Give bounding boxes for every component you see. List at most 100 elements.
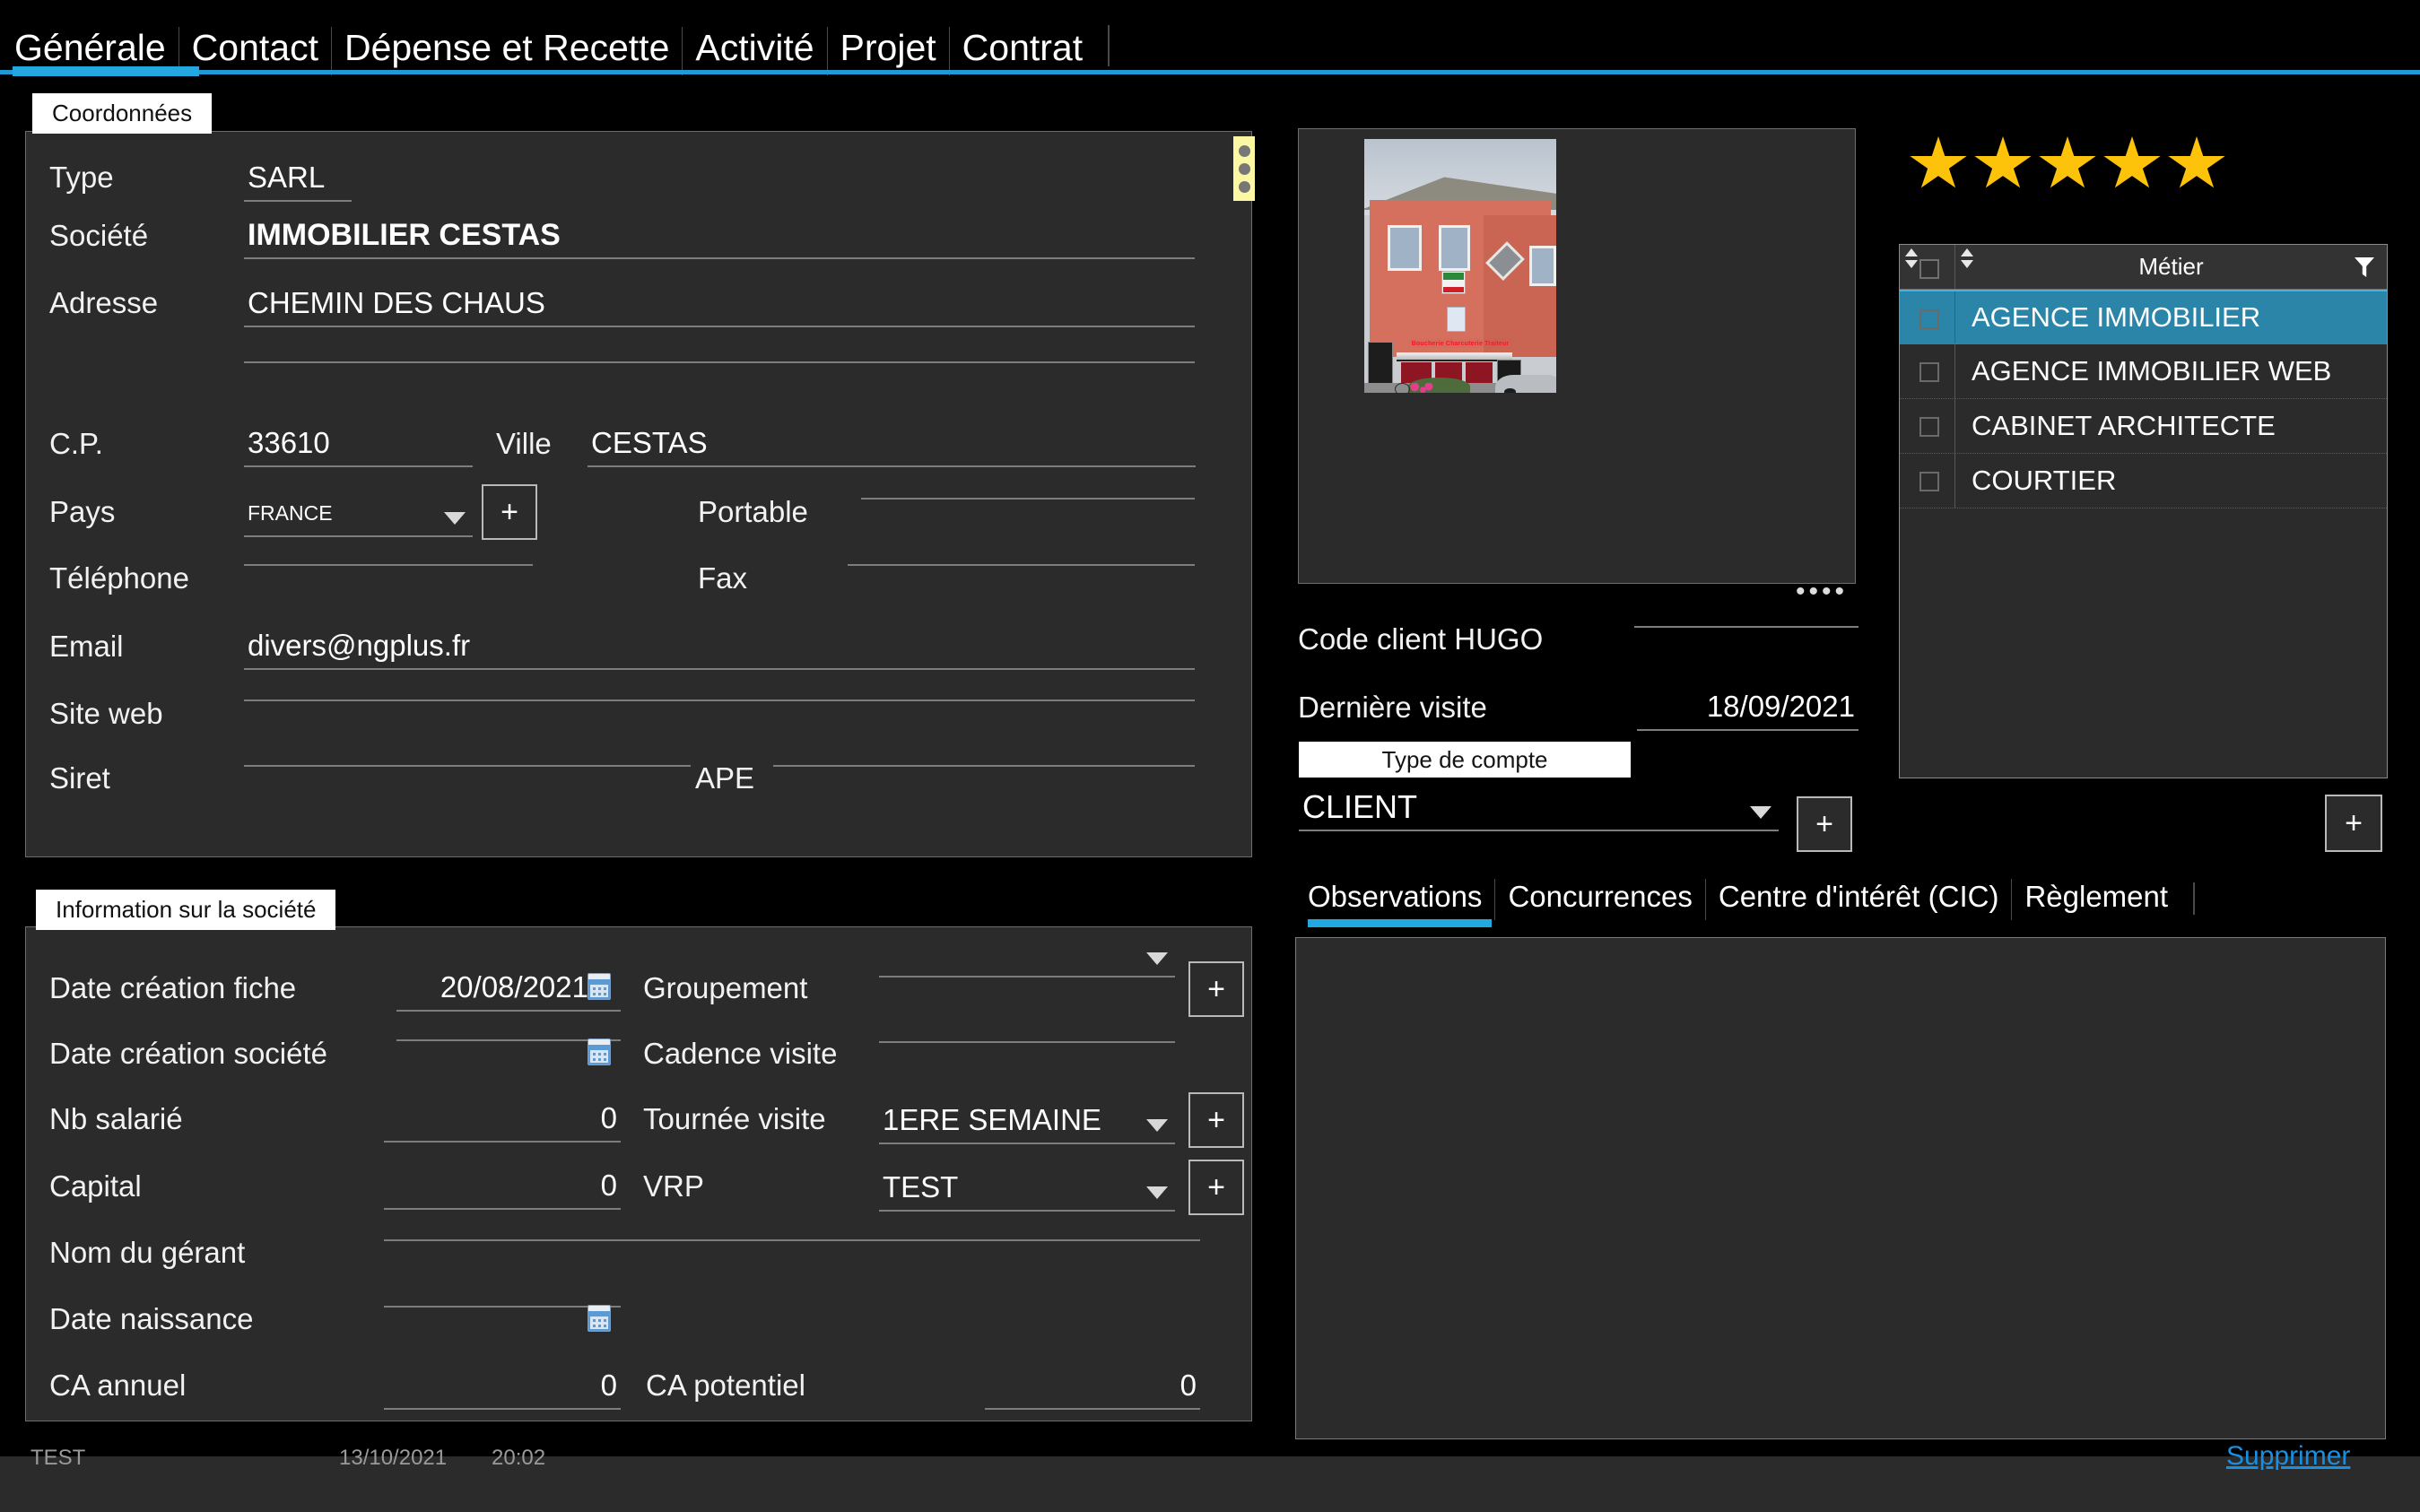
metier-column-header: Métier [2138, 253, 2204, 280]
tab-reglement[interactable]: Règlement [2011, 879, 2181, 920]
star-icon[interactable] [1910, 136, 1967, 188]
photo-window [1529, 245, 1556, 287]
chevron-down-icon [1146, 1119, 1168, 1132]
table-row[interactable]: AGENCE IMMOBILIER [1900, 290, 2387, 344]
tab-contrat[interactable]: Contrat [948, 27, 1095, 75]
site-web-input[interactable] [244, 695, 1195, 701]
pays-add-button[interactable]: + [482, 484, 537, 540]
type-de-compte-add-button[interactable]: + [1797, 796, 1852, 852]
adresse-label: Adresse [49, 286, 159, 319]
company-photo[interactable]: Boucherie Charcuterie Traiteur [1364, 139, 1556, 393]
sort-arrows-icon[interactable] [1905, 248, 1918, 268]
observations-tab-bar: Observations Concurrences Centre d'intér… [1295, 879, 2196, 927]
table-row[interactable]: CABINET ARCHITECTE [1900, 399, 2387, 454]
row-checkbox[interactable] [1919, 309, 1939, 329]
tab-depense-et-recette[interactable]: Dépense et Recette [330, 27, 682, 75]
date-naissance-input[interactable] [384, 1301, 621, 1308]
row-checkbox[interactable] [1919, 472, 1939, 491]
sort-arrows-icon[interactable] [1961, 248, 1973, 268]
capital-input[interactable]: 0 [384, 1168, 621, 1210]
photo-for-sale-sign [1441, 271, 1467, 294]
photo-building-wall-side [1483, 214, 1556, 358]
groupement-add-button[interactable]: + [1188, 961, 1244, 1017]
type-input[interactable]: SARL [244, 160, 352, 202]
tab-bar-divider [1108, 25, 1110, 66]
observations-textarea[interactable] [1295, 937, 2386, 1439]
telephone-input[interactable] [244, 560, 533, 566]
vrp-select[interactable]: TEST [879, 1169, 1175, 1212]
nom-gerant-input[interactable] [384, 1235, 1200, 1241]
adresse-line1-input[interactable]: CHEMIN DES CHAUS [244, 285, 1195, 327]
tab-activite[interactable]: Activité [682, 27, 826, 75]
type-de-compte-header[interactable]: Type de compte [1299, 742, 1631, 778]
fax-input[interactable] [848, 560, 1195, 566]
date-naissance-label: Date naissance [49, 1302, 254, 1335]
nb-salarie-input[interactable]: 0 [384, 1100, 621, 1143]
metier-add-button[interactable]: + [2325, 795, 2382, 852]
tab-observations[interactable]: Observations [1295, 879, 1494, 920]
code-postal-label: C.P. [49, 427, 103, 460]
tab-contact[interactable]: Contact [178, 27, 331, 75]
panel-drag-handle[interactable] [1233, 136, 1255, 201]
tab-centre-interet-cic[interactable]: Centre d'intérêt (CIC) [1704, 879, 2012, 920]
siret-label: Siret [49, 761, 110, 795]
tournee-visite-add-button[interactable]: + [1188, 1092, 1244, 1148]
photo-shop-neon-sign: Boucherie Charcuterie Traiteur [1411, 341, 1510, 348]
tab-concurrences[interactable]: Concurrences [1494, 879, 1704, 920]
filter-icon[interactable] [2355, 257, 2374, 277]
derniere-visite-label: Dernière visite [1298, 691, 1487, 724]
tournee-visite-select[interactable]: 1ERE SEMAINE [879, 1102, 1175, 1144]
drag-dot-icon [1238, 180, 1250, 193]
vrp-add-button[interactable]: + [1188, 1160, 1244, 1215]
siret-input[interactable] [244, 760, 691, 767]
ca-potentiel-input[interactable]: 0 [985, 1368, 1200, 1410]
star-icon[interactable] [1974, 136, 2032, 188]
calendar-icon[interactable] [588, 1038, 611, 1065]
ape-input[interactable] [773, 760, 1195, 767]
star-icon[interactable] [2103, 136, 2161, 188]
observations-tab-active-indicator [1308, 919, 1492, 927]
groupement-label: Groupement [643, 971, 808, 1004]
ca-annuel-input[interactable]: 0 [384, 1368, 621, 1410]
code-client-input[interactable] [1634, 621, 1859, 628]
ville-input[interactable]: CESTAS [588, 425, 1196, 467]
metier-grid-header-label-column[interactable]: Métier [1955, 245, 2387, 289]
calendar-icon[interactable] [588, 973, 611, 1000]
row-checkbox-cell[interactable] [1900, 399, 1955, 453]
photo-car [1494, 375, 1556, 393]
calendar-icon[interactable] [588, 1305, 611, 1332]
star-icon[interactable] [2168, 136, 2225, 188]
groupement-select[interactable] [879, 952, 1175, 978]
row-checkbox-cell[interactable] [1900, 454, 1955, 508]
tournee-visite-label: Tournée visite [643, 1102, 826, 1135]
rating-stars[interactable] [1909, 136, 2226, 193]
row-checkbox[interactable] [1919, 417, 1939, 437]
photo-window [1387, 225, 1423, 272]
email-input[interactable]: divers@ngplus.fr [244, 628, 1195, 670]
tab-projet[interactable]: Projet [826, 27, 949, 75]
company-photo-frame[interactable]: Boucherie Charcuterie Traiteur [1298, 128, 1856, 584]
type-de-compte-select[interactable]: CLIENT [1299, 789, 1779, 831]
portable-input[interactable] [861, 493, 1195, 500]
table-row[interactable]: AGENCE IMMOBILIER WEB [1900, 344, 2387, 399]
supprimer-link[interactable]: Supprimer [2226, 1441, 2350, 1472]
derniere-visite-input[interactable]: 18/09/2021 [1637, 689, 1859, 731]
adresse-line2-input[interactable] [244, 357, 1195, 363]
table-row[interactable]: COURTIER [1900, 454, 2387, 508]
cadence-visite-input[interactable] [879, 1037, 1175, 1043]
star-icon[interactable] [2039, 136, 2096, 188]
metier-grid-header: Métier [1900, 245, 2387, 290]
metier-grid[interactable]: Métier AGENCE IMMOBILIER AGENCE IMMOBILI… [1899, 244, 2388, 778]
row-checkbox-cell[interactable] [1900, 291, 1955, 343]
select-all-checkbox[interactable] [1919, 259, 1939, 279]
type-label: Type [49, 161, 114, 194]
row-checkbox-cell[interactable] [1900, 344, 1955, 398]
nb-salarie-label: Nb salarié [49, 1102, 183, 1135]
pays-select[interactable]: FRANCE [244, 495, 473, 537]
code-postal-input[interactable]: 33610 [244, 425, 473, 467]
drag-dot-icon [1238, 162, 1250, 175]
photo-options-dots-icon[interactable]: •••• [1796, 578, 1848, 605]
row-checkbox[interactable] [1919, 362, 1939, 382]
societe-input[interactable]: IMMOBILIER CESTAS [244, 217, 1195, 259]
vrp-select-value: TEST [883, 1170, 959, 1204]
